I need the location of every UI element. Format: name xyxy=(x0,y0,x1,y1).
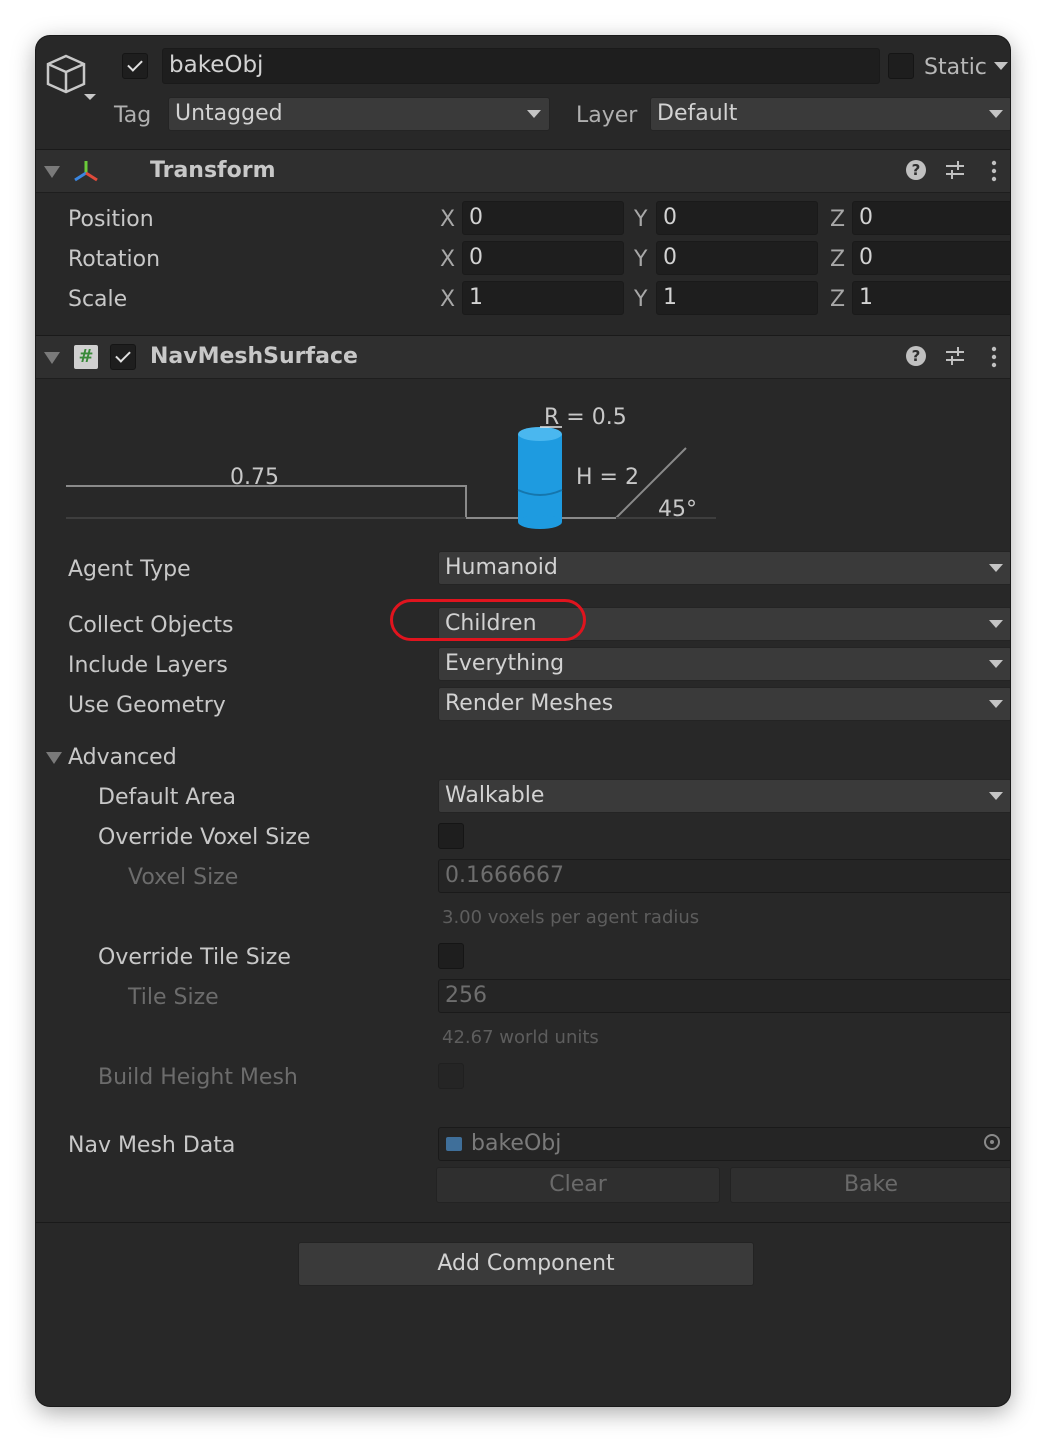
chevron-down-icon xyxy=(989,564,1003,572)
rotation-y-field[interactable]: 0 xyxy=(656,241,818,275)
chevron-down-icon xyxy=(527,110,541,118)
gameobject-cube-icon[interactable] xyxy=(44,50,96,102)
build-height-mesh-checkbox xyxy=(438,1063,464,1089)
agent-radius-label: R = 0.5 xyxy=(544,405,627,430)
rotation-label: Rotation xyxy=(68,247,161,272)
static-dropdown-icon[interactable] xyxy=(994,62,1008,70)
rotation-z-axis[interactable]: Z xyxy=(830,246,845,274)
add-component-button[interactable]: Add Component xyxy=(298,1242,754,1286)
tag-value: Untagged xyxy=(175,101,283,126)
static-checkbox[interactable] xyxy=(888,53,914,79)
position-x-axis[interactable]: X xyxy=(440,206,455,234)
inspector-window: bakeObj Static Tag Untagged Layer Defaul… xyxy=(36,36,1010,1406)
agent-type-label: Agent Type xyxy=(68,557,191,582)
include-layers-value: Everything xyxy=(445,651,565,676)
foldout-arrow-icon[interactable] xyxy=(44,166,60,178)
step-height-label: 0.75 xyxy=(230,465,279,490)
rotation-z-field[interactable]: 0 xyxy=(852,241,1010,275)
voxel-size-field: 0.1666667 xyxy=(438,859,1010,893)
navmesh-asset-icon xyxy=(446,1137,462,1151)
override-voxel-checkbox[interactable] xyxy=(438,823,464,849)
chevron-down-icon xyxy=(989,700,1003,708)
tile-size-label: Tile Size xyxy=(128,985,219,1010)
active-checkbox[interactable] xyxy=(122,53,148,79)
scale-label: Scale xyxy=(68,287,128,312)
scale-y-field[interactable]: 1 xyxy=(656,281,818,315)
help-icon[interactable]: ? xyxy=(906,346,926,366)
build-height-mesh-label: Build Height Mesh xyxy=(98,1065,298,1090)
use-geometry-label: Use Geometry xyxy=(68,693,226,718)
agent-diagram-drawing xyxy=(66,426,716,529)
help-icon[interactable]: ? xyxy=(906,160,926,180)
nav-mesh-data-label: Nav Mesh Data xyxy=(68,1133,236,1158)
voxel-size-hint: 3.00 voxels per agent radius xyxy=(442,907,700,928)
agent-height-label: H = 2 xyxy=(576,465,639,490)
voxel-size-label: Voxel Size xyxy=(128,865,239,890)
navmesh-surface-header[interactable]: # NavMeshSurface ? xyxy=(36,335,1010,379)
layer-label: Layer xyxy=(576,103,638,128)
presets-icon[interactable] xyxy=(944,159,966,181)
navmesh-enabled-checkbox[interactable] xyxy=(110,344,136,370)
scale-z-field[interactable]: 1 xyxy=(852,281,1010,315)
nav-mesh-data-value: bakeObj xyxy=(471,1131,562,1156)
chevron-down-icon xyxy=(989,620,1003,628)
position-z-axis[interactable]: Z xyxy=(830,206,845,234)
transform-title: Transform xyxy=(150,158,276,183)
presets-icon[interactable] xyxy=(944,345,966,367)
use-geometry-dropdown[interactable]: Render Meshes xyxy=(438,687,1010,721)
static-label[interactable]: Static xyxy=(924,54,987,82)
tag-dropdown[interactable]: Untagged xyxy=(168,97,550,131)
clear-button[interactable]: Clear xyxy=(436,1167,720,1203)
override-tile-label: Override Tile Size xyxy=(98,945,291,970)
max-slope-label: 45° xyxy=(658,497,697,522)
include-layers-dropdown[interactable]: Everything xyxy=(438,647,1010,681)
transform-axis-icon xyxy=(72,158,100,184)
scale-y-axis[interactable]: Y xyxy=(634,286,647,314)
layer-dropdown[interactable]: Default xyxy=(650,97,1010,131)
position-z-field[interactable]: 0 xyxy=(852,201,1010,235)
chevron-down-icon xyxy=(989,110,1003,118)
default-area-value: Walkable xyxy=(445,783,545,808)
context-menu-icon[interactable] xyxy=(990,346,998,368)
position-x-field[interactable]: 0 xyxy=(462,201,624,235)
rotation-x-field[interactable]: 0 xyxy=(462,241,624,275)
layer-value: Default xyxy=(657,101,738,126)
include-layers-label: Include Layers xyxy=(68,653,228,678)
context-menu-icon[interactable] xyxy=(990,160,998,182)
agent-type-value: Humanoid xyxy=(445,555,558,580)
tile-size-field: 256 xyxy=(438,979,1010,1013)
rotation-y-axis[interactable]: Y xyxy=(634,246,647,274)
transform-header[interactable]: Transform ? xyxy=(36,149,1010,193)
agent-type-dropdown[interactable]: Humanoid xyxy=(438,551,1010,585)
nav-mesh-data-field[interactable]: bakeObj xyxy=(438,1127,1010,1161)
scale-z-axis[interactable]: Z xyxy=(830,286,845,314)
bake-button[interactable]: Bake xyxy=(730,1167,1010,1203)
foldout-arrow-icon[interactable] xyxy=(44,352,60,364)
collect-objects-label: Collect Objects xyxy=(68,613,234,638)
scale-x-field[interactable]: 1 xyxy=(462,281,624,315)
advanced-foldout-arrow-icon[interactable] xyxy=(46,752,62,764)
script-hash-icon: # xyxy=(74,345,98,369)
tile-size-hint: 42.67 world units xyxy=(442,1027,599,1048)
position-label: Position xyxy=(68,207,154,232)
chevron-down-icon xyxy=(989,792,1003,800)
navmesh-title: NavMeshSurface xyxy=(150,344,358,369)
section-divider xyxy=(36,1222,1010,1223)
advanced-foldout-label[interactable]: Advanced xyxy=(68,744,177,772)
override-voxel-label: Override Voxel Size xyxy=(98,825,311,850)
use-geometry-value: Render Meshes xyxy=(445,691,614,716)
position-y-field[interactable]: 0 xyxy=(656,201,818,235)
tag-label: Tag xyxy=(114,103,152,128)
default-area-dropdown[interactable]: Walkable xyxy=(438,779,1010,813)
highlight-annotation xyxy=(390,599,586,641)
override-tile-checkbox[interactable] xyxy=(438,943,464,969)
position-y-axis[interactable]: Y xyxy=(634,206,647,234)
chevron-down-icon xyxy=(989,660,1003,668)
rotation-x-axis[interactable]: X xyxy=(440,246,455,274)
agent-diagram: R = 0.5 H = 2 0.75 45° xyxy=(36,386,1010,536)
scale-x-axis[interactable]: X xyxy=(440,286,455,314)
object-picker-icon[interactable] xyxy=(984,1134,1000,1150)
object-name-field[interactable]: bakeObj xyxy=(162,48,880,84)
default-area-label: Default Area xyxy=(98,785,237,810)
